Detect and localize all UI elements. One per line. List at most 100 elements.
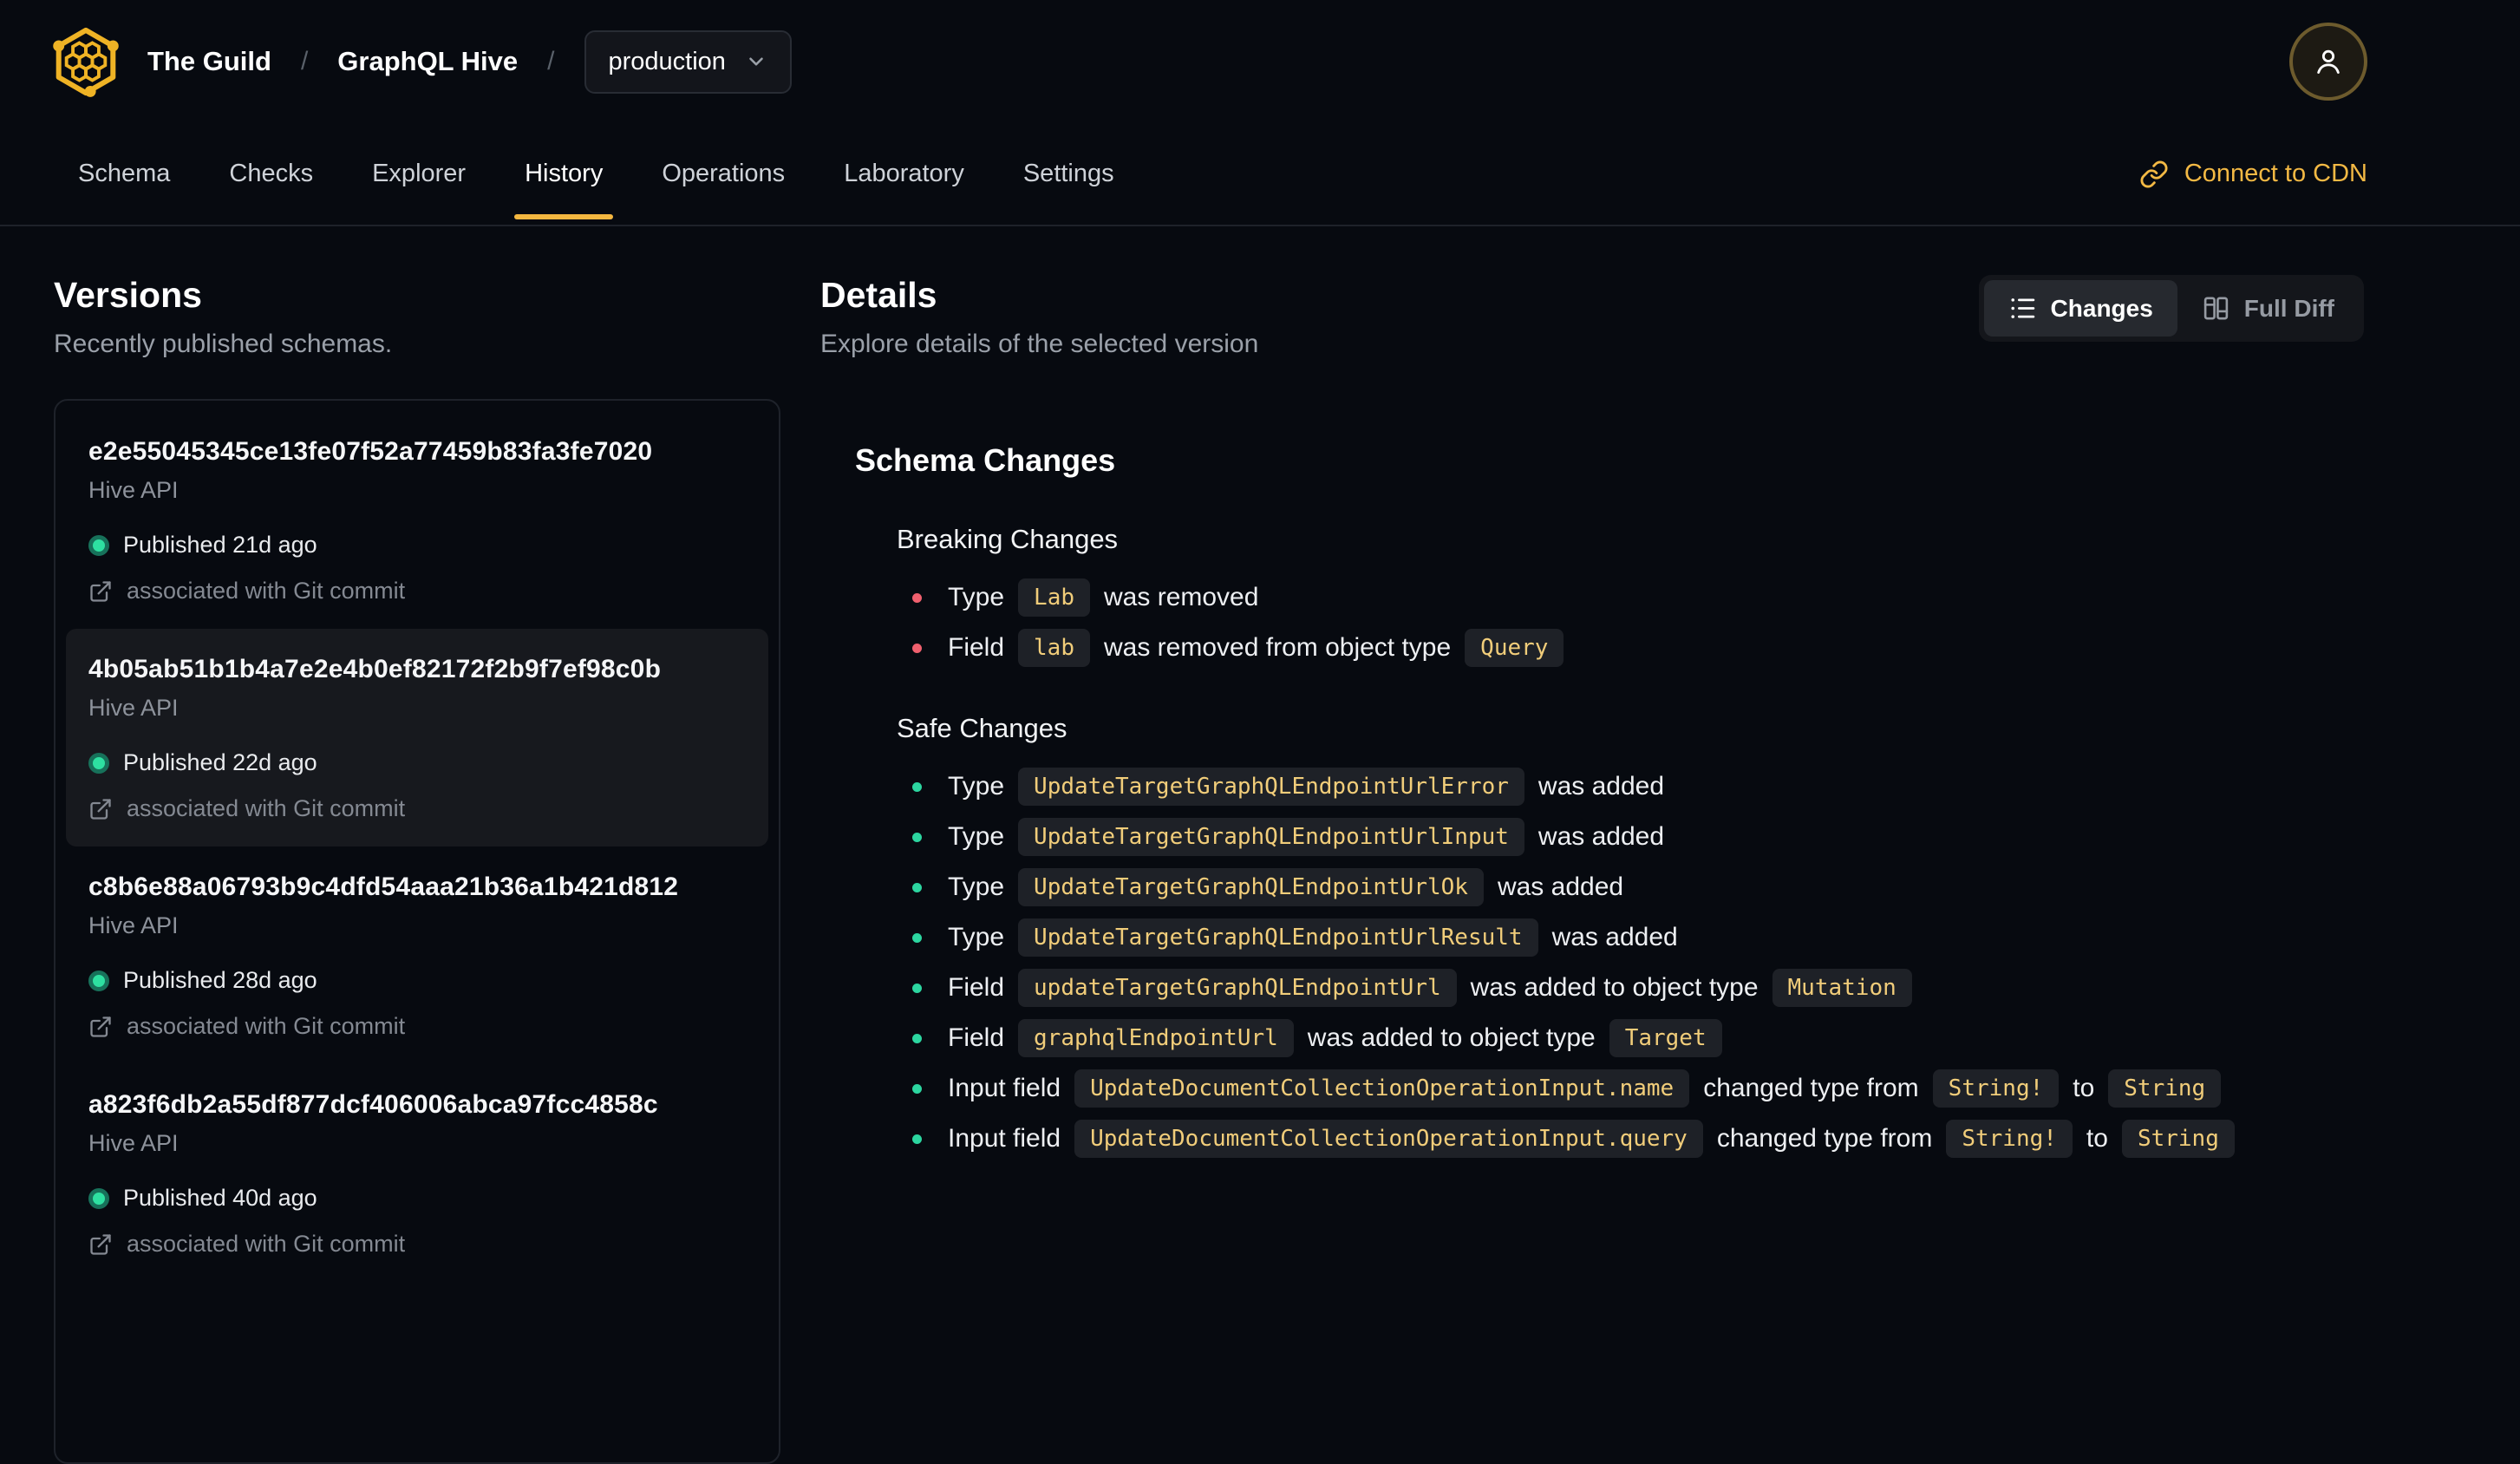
schema-changes-title: Schema Changes — [855, 442, 1116, 478]
changes-view-button[interactable]: Changes — [1983, 280, 2177, 337]
change-item: Type Lab was removed — [912, 578, 2364, 618]
version-git-link[interactable]: associated with Git commit — [88, 1231, 746, 1258]
bullet-icon — [912, 781, 922, 792]
external-link-icon — [90, 1233, 111, 1255]
change-text: Field — [948, 1023, 1005, 1052]
change-text: was added — [1551, 923, 1678, 951]
code-badge: lab — [1018, 628, 1090, 668]
tab-explorer[interactable]: Explorer — [343, 123, 495, 225]
change-text: changed type from — [1716, 1124, 1933, 1153]
change-item: Field lab was removed from object type Quer… — [912, 628, 2364, 668]
bullet-icon — [912, 1033, 922, 1043]
code-badge: Lab — [1018, 578, 1091, 618]
version-git-label: associated with Git commit — [127, 1013, 406, 1039]
link-icon — [2140, 160, 2168, 187]
full-diff-view-label: Full Diff — [2243, 294, 2334, 322]
change-item: Field graphqlEndpointUrl was added to obje… — [912, 1018, 2364, 1058]
bullet-icon — [912, 882, 922, 892]
target-selector-value: production — [608, 47, 726, 75]
tab-label: Laboratory — [844, 160, 964, 187]
version-service: Hive API — [88, 912, 179, 938]
hive-logo-icon[interactable] — [49, 24, 123, 99]
bullet-icon — [912, 1134, 922, 1144]
version-hash: a823f6db2a55df877dcf406006abca97fcc4858c — [88, 1090, 658, 1119]
breadcrumb-project[interactable]: GraphQL Hive — [337, 46, 518, 77]
change-item: Field updateTargetGraphQLEndpointUrl was a… — [912, 968, 2364, 1008]
change-text: Type — [948, 772, 1005, 801]
external-link-icon — [90, 580, 111, 602]
version-git-link[interactable]: associated with Git commit — [88, 1013, 746, 1040]
change-content: Field lab was removed from object type Quer… — [948, 628, 1564, 668]
cdn-link-label: Connect to CDN — [2184, 160, 2367, 187]
user-menu-button[interactable] — [2289, 23, 2367, 101]
tab-label: Explorer — [372, 160, 467, 187]
safe-changes-section: Safe Changes Type UpdateTargetGraphQLEndp… — [897, 713, 2364, 1159]
version-git-link[interactable]: associated with Git commit — [88, 795, 746, 822]
nav-tabs: Schema Checks Explorer History Operation… — [49, 123, 1144, 225]
change-text: was added — [1537, 772, 1665, 801]
target-navbar: Schema Checks Explorer History Operation… — [0, 123, 2520, 226]
code-badge: String! — [1946, 1119, 2073, 1159]
split-columns-icon — [2203, 297, 2228, 320]
versions-title: Versions — [54, 275, 202, 315]
connect-to-cdn-button[interactable]: Connect to CDN — [2139, 123, 2367, 225]
version-status: Published 28d ago — [88, 967, 746, 994]
tab-schema[interactable]: Schema — [49, 123, 199, 225]
published-status-dot — [88, 752, 109, 774]
tab-label: Operations — [662, 160, 786, 187]
version-git-link[interactable]: associated with Git commit — [88, 578, 746, 605]
details-subtitle: Explore details of the selected version — [820, 330, 1259, 358]
change-text: was added to object type — [1307, 1023, 1596, 1052]
tab-laboratory[interactable]: Laboratory — [814, 123, 994, 225]
change-text: changed type from — [1703, 1074, 1919, 1102]
target-selector[interactable]: production — [584, 29, 792, 94]
version-list-item[interactable]: 4b05ab51b1b4a7e2e4b0ef82172f2b9f7ef98c0b… — [66, 629, 768, 846]
breadcrumb-org[interactable]: The Guild — [147, 46, 271, 77]
version-hash: 4b05ab51b1b4a7e2e4b0ef82172f2b9f7ef98c0b — [88, 655, 662, 683]
change-content: Type UpdateTargetGraphQLEndpointUrlError w… — [948, 767, 1665, 807]
version-list-item[interactable]: e2e55045345ce13fe07f52a77459b83fa3fe7020… — [66, 411, 768, 629]
code-badge: UpdateTargetGraphQLEndpointUrlError — [1018, 767, 1524, 807]
schema-changes: Schema Changes Breaking Changes Type Lab w… — [855, 442, 2364, 1159]
change-text: Field — [948, 633, 1005, 662]
bullet-icon — [912, 983, 922, 993]
details-title: Details — [820, 275, 937, 315]
change-content: Field updateTargetGraphQLEndpointUrl was a… — [948, 968, 1912, 1008]
change-item: Input field UpdateDocumentCollectionOpera… — [912, 1069, 2364, 1108]
tab-checks[interactable]: Checks — [199, 123, 343, 225]
change-item: Type UpdateTargetGraphQLEndpointUrlInput w… — [912, 817, 2364, 857]
code-badge: UpdateTargetGraphQLEndpointUrlOk — [1018, 867, 1484, 907]
published-status-dot — [88, 970, 109, 991]
tab-settings[interactable]: Settings — [994, 123, 1144, 225]
change-content: Input field UpdateDocumentCollectionOpera… — [948, 1069, 2222, 1108]
full-diff-view-button[interactable]: Full Diff — [2177, 280, 2359, 337]
version-published: Published 40d ago — [123, 1185, 317, 1211]
version-service: Hive API — [88, 695, 179, 721]
version-hash: c8b6e88a06793b9c4dfd54aaa21b36a1b421d812 — [88, 873, 679, 901]
change-text: was added — [1497, 873, 1624, 901]
code-badge: updateTargetGraphQLEndpointUrl — [1018, 968, 1457, 1008]
change-text: Type — [948, 822, 1005, 851]
section-title: Safe Changes — [897, 713, 1067, 743]
change-text: to — [2073, 1074, 2095, 1102]
code-badge: Query — [1465, 628, 1564, 668]
tab-history[interactable]: History — [495, 123, 632, 225]
version-list-item[interactable]: c8b6e88a06793b9c4dfd54aaa21b36a1b421d812… — [66, 846, 768, 1064]
tab-operations[interactable]: Operations — [632, 123, 814, 225]
code-badge: String! — [1932, 1069, 2060, 1108]
change-text: Type — [948, 923, 1005, 951]
tab-label: Checks — [229, 160, 314, 187]
main-content: Versions Recently published schemas. e2e… — [0, 226, 2520, 1464]
code-badge: UpdateDocumentCollectionOperationInput.n… — [1074, 1069, 1690, 1108]
version-list-item[interactable]: a823f6db2a55df877dcf406006abca97fcc4858c… — [66, 1064, 768, 1282]
person-icon — [2317, 49, 2340, 74]
change-text: Input field — [948, 1074, 1061, 1102]
versions-list: e2e55045345ce13fe07f52a77459b83fa3fe7020… — [54, 399, 780, 1464]
code-badge: String — [2108, 1069, 2222, 1108]
change-text: was added — [1537, 822, 1665, 851]
code-badge: Mutation — [1772, 968, 1912, 1008]
version-service: Hive API — [88, 1130, 179, 1156]
app-header: The Guild / GraphQL Hive / production — [0, 0, 2520, 123]
change-item: Type UpdateTargetGraphQLEndpointUrlResult… — [912, 918, 2364, 957]
published-status-dot — [88, 1187, 109, 1209]
